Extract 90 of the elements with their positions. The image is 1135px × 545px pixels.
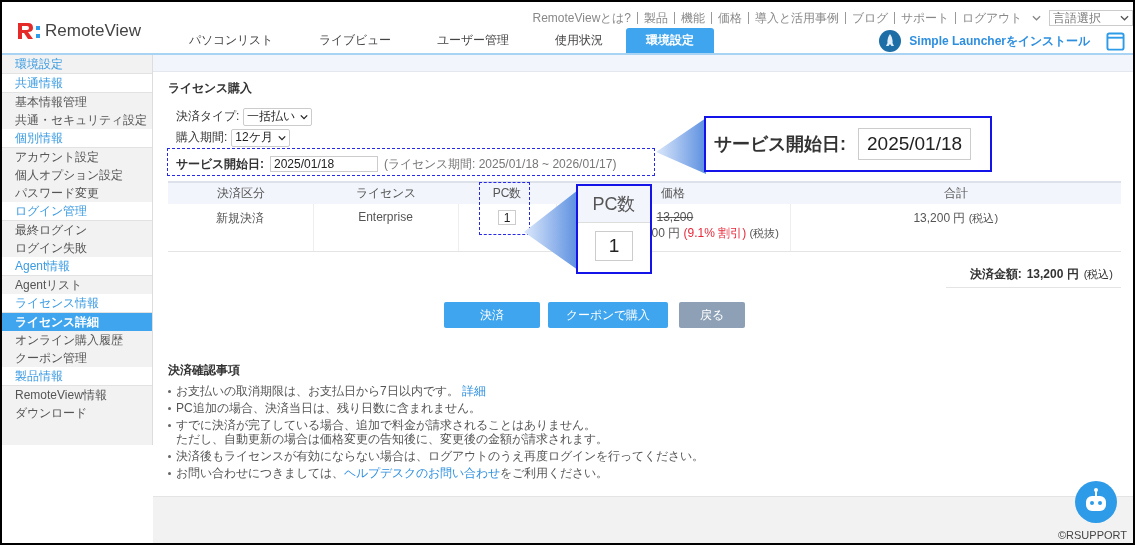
- top-link[interactable]: 機能: [674, 12, 711, 24]
- date-input[interactable]: 2025/01/18: [270, 156, 378, 172]
- field-label: サービス開始日:: [176, 155, 264, 173]
- copyright-text: ©RSUPPORT: [1057, 529, 1127, 541]
- top-link[interactable]: 製品: [637, 12, 674, 24]
- field-label: 決済タイプ:: [176, 108, 240, 125]
- action-button[interactable]: クーポンで購入: [548, 302, 668, 328]
- price-text: 00 円: [651, 226, 681, 240]
- callout-pointer: [656, 118, 706, 174]
- tax-note: (税込): [1083, 267, 1113, 282]
- select-field[interactable]: 一括払い: [243, 107, 313, 126]
- bullet-icon: [168, 472, 171, 475]
- bullet-icon: [168, 455, 171, 458]
- window-icon[interactable]: [1106, 31, 1125, 51]
- nav-tab[interactable]: 環境設定: [626, 28, 714, 53]
- sidebar-group-header[interactable]: 製品情報: [2, 367, 152, 386]
- summary-label: 決済金額:: [969, 266, 1022, 283]
- sidebar-item[interactable]: アカウント設定: [2, 148, 152, 166]
- original-price: 13,200: [656, 210, 694, 224]
- column-header: 決済区分: [168, 182, 313, 204]
- sidebar-item[interactable]: パスワード変更: [2, 184, 152, 202]
- sidebar-item[interactable]: ライセンス詳細: [2, 313, 152, 331]
- action-button[interactable]: 決済: [444, 302, 540, 328]
- table-cell: Enterprise: [313, 204, 458, 252]
- bullet-icon: [168, 390, 171, 393]
- note-text: すでに決済が完了している場合、追加で料金が請求されることはありません。 ただし、自動更新の場合は価格変更の告知後に、変更後の金額が請求されます。: [176, 418, 608, 446]
- chatbot-icon[interactable]: [1075, 481, 1117, 523]
- sidebar-item[interactable]: Agentリスト: [2, 276, 152, 294]
- sidebar-title: 環境設定: [2, 55, 152, 74]
- top-link[interactable]: サポート: [894, 12, 955, 24]
- nav-tab[interactable]: パソコンリスト: [166, 28, 296, 53]
- sidebar-item[interactable]: RemoteView情報: [2, 386, 152, 404]
- sidebar-group-header[interactable]: Agent情報: [2, 257, 152, 276]
- top-link[interactable]: RemoteViewとは?: [526, 12, 637, 24]
- nav-tab[interactable]: 使用状況: [532, 28, 626, 53]
- note-link[interactable]: 詳細: [462, 384, 486, 398]
- table-cell: 新規決済: [168, 204, 313, 252]
- column-header: 合計: [790, 182, 1121, 204]
- chevron-down-icon: [1120, 15, 1129, 21]
- sidebar-group-header[interactable]: ログイン管理: [2, 202, 152, 221]
- sidebar-group-header[interactable]: 個別情報: [2, 129, 152, 148]
- callout-value: 1: [595, 231, 633, 261]
- summary-amount: 13,200 円: [1026, 266, 1079, 283]
- chevron-down-icon: [277, 134, 286, 141]
- sidebar-item[interactable]: 最終ログイン: [2, 221, 152, 239]
- note-text: PC追加の場合、決済当日は、残り日数に含まれません。: [176, 401, 481, 415]
- sidebar-group-header[interactable]: 共通情報: [2, 74, 152, 93]
- bullet-icon: [168, 407, 171, 410]
- top-link[interactable]: ブログ: [845, 12, 894, 24]
- launcher-link[interactable]: Simple Launcherをインストール: [909, 32, 1090, 50]
- sidebar-item[interactable]: 共通・セキュリティ設定: [2, 111, 152, 129]
- top-link[interactable]: ログアウト: [955, 12, 1028, 24]
- top-link[interactable]: 価格: [711, 12, 748, 24]
- sidebar-item[interactable]: 個人オプション設定: [2, 166, 152, 184]
- top-link[interactable]: 導入と活用事例: [748, 12, 845, 24]
- column-header: PC数: [458, 182, 556, 204]
- callout-label: サービス開始日:: [714, 133, 846, 156]
- note-text: 決済後もライセンスが有効にならない場合は、ログアウトのうえ再度ログインを行ってください。: [176, 449, 704, 463]
- sidebar-item[interactable]: オンライン購入履歴: [2, 331, 152, 349]
- select-field[interactable]: 12ケ月: [231, 128, 290, 147]
- pc-count-input[interactable]: 1: [498, 210, 516, 225]
- note-text: お支払いの取消期限は、お支払日から7日以内です。 詳細: [176, 384, 486, 398]
- note-text: お問い合わせにつきましては、ヘルプデスクのお問い合わせをご利用ください。: [176, 466, 608, 480]
- section-title: ライセンス購入: [168, 80, 253, 97]
- logo-text: RemoteView: [45, 21, 142, 41]
- sidebar-item[interactable]: ダウンロード: [2, 404, 152, 422]
- bullet-icon: [168, 424, 171, 427]
- tax-note: (税抜): [749, 227, 779, 239]
- note-link[interactable]: ヘルプデスクのお問い合わせ: [344, 466, 500, 480]
- column-header: ライセンス: [313, 182, 458, 204]
- language-select[interactable]: 言語選択: [1049, 10, 1133, 26]
- action-button[interactable]: 戻る: [679, 302, 745, 328]
- sidebar-group-header[interactable]: ライセンス情報: [2, 294, 152, 313]
- notes-title: 決済確認事項: [168, 362, 241, 379]
- nav-tab[interactable]: ライブビュー: [296, 28, 414, 53]
- sidebar-item[interactable]: ログイン失敗: [2, 239, 152, 257]
- callout-label: PC数: [578, 186, 650, 223]
- callout-value: 2025/01/18: [858, 128, 972, 160]
- sidebar-item[interactable]: 基本情報管理: [2, 93, 152, 111]
- license-period-note: (ライセンス期間: 2025/01/18 ~ 2026/01/17): [384, 155, 617, 173]
- discount-text: (9.1% 割引): [683, 226, 747, 240]
- tax-note: (税込): [968, 212, 999, 224]
- total-price: 13,200 円: [913, 211, 966, 225]
- nav-tab[interactable]: ユーザー管理: [414, 28, 532, 53]
- chevron-down-icon[interactable]: [1032, 15, 1041, 21]
- rocket-icon: [879, 30, 902, 52]
- chevron-down-icon: [300, 113, 309, 120]
- logo-icon: [16, 21, 42, 41]
- sidebar-item[interactable]: クーポン管理: [2, 349, 152, 367]
- field-label: 購入期間:: [176, 129, 228, 146]
